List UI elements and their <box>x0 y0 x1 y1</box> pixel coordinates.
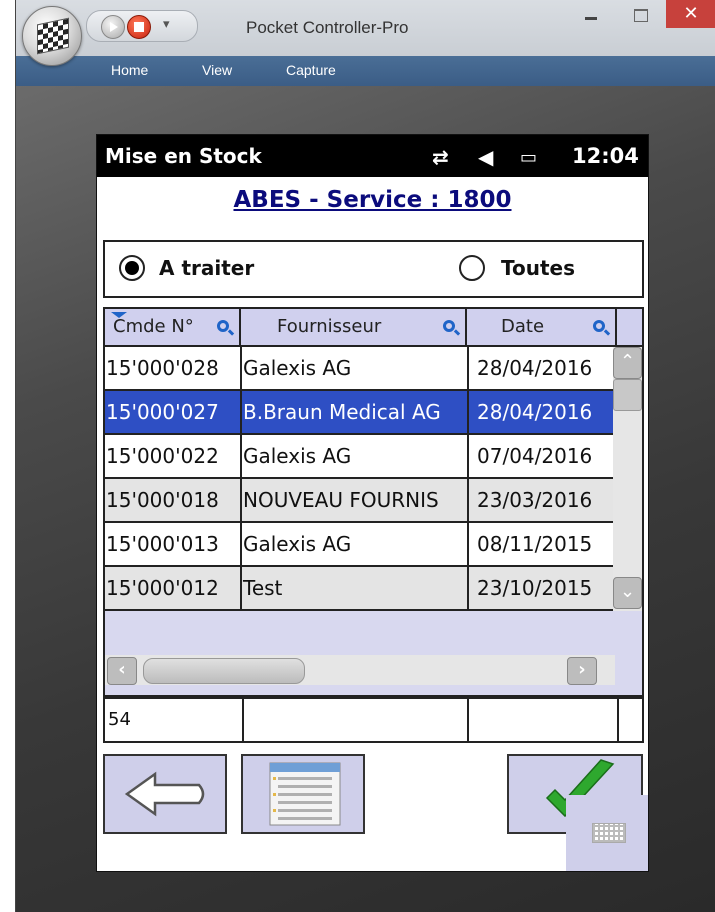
window-title: Pocket Controller-Pro <box>246 18 409 37</box>
status-time: 12:04 <box>572 144 639 168</box>
radio-toutes[interactable] <box>459 255 485 281</box>
page-title: ABES - Service : 1800 <box>233 187 512 213</box>
cell-fournisseur: Galexis AG <box>241 347 469 389</box>
cell-date: 28/04/2016 <box>477 356 593 380</box>
menu-home[interactable]: Home <box>111 62 148 78</box>
cell-fournisseur: NOUVEAU FOURNIS <box>241 479 469 521</box>
cell-fournisseur: B.Braun Medical AG <box>241 391 469 433</box>
radio-a-traiter-label[interactable]: A traiter <box>159 256 254 280</box>
horizontal-scrollbar[interactable]: ‹ › <box>105 655 615 685</box>
scroll-down-icon[interactable]: ⌄ <box>613 577 642 609</box>
header-cmde[interactable]: Cmde N° <box>105 309 241 347</box>
status-icons: ⇄ ◀ ▭ 12:04 <box>432 141 644 171</box>
play-icon[interactable] <box>101 15 125 39</box>
cell-fournisseur: Galexis AG <box>241 523 469 565</box>
cell-fournisseur: Galexis AG <box>241 435 469 477</box>
filter-radio-group: A traiter Toutes <box>103 240 644 298</box>
search-icon[interactable] <box>217 320 229 332</box>
header-fournisseur-label: Fournisseur <box>277 316 382 337</box>
scroll-left-icon[interactable]: ‹ <box>107 657 137 685</box>
table-row[interactable]: 15'000'022 Galexis AG 07/04/2016 <box>105 435 615 479</box>
search-icon[interactable] <box>593 320 605 332</box>
battery-icon: ▭ <box>520 147 538 168</box>
cell-fournisseur: Test <box>241 567 469 609</box>
search-icon[interactable] <box>443 320 455 332</box>
cell-date: 08/11/2015 <box>477 532 593 556</box>
radio-a-traiter[interactable] <box>119 255 145 281</box>
horizontal-scroll-thumb[interactable] <box>143 658 305 684</box>
cell-date: 23/03/2016 <box>477 488 593 512</box>
title-bar: ▾ Pocket Controller-Pro ✕ <box>16 0 715 66</box>
speaker-icon: ◀ <box>478 145 494 169</box>
cell-cmde: 15'000'022 <box>105 435 242 477</box>
footer-cell <box>243 699 469 741</box>
table-row-selected[interactable]: 15'000'027 B.Braun Medical AG 28/04/2016 <box>105 391 615 435</box>
vertical-scroll-thumb[interactable] <box>613 379 642 411</box>
header-spacer <box>617 309 642 347</box>
maximize-button[interactable] <box>621 0 661 30</box>
app-window: ▾ Pocket Controller-Pro ✕ Home View Capt… <box>15 0 715 912</box>
grid-footer-row: 54 <box>103 697 644 743</box>
cell-cmde: 15'000'012 <box>105 567 242 609</box>
header-cmde-label: Cmde N° <box>113 316 194 337</box>
cell-cmde: 15'000'028 <box>105 347 242 389</box>
cell-cmde: 15'000'018 <box>105 479 242 521</box>
app-screen: ABES - Service : 1800 A traiter Toutes C… <box>97 177 648 871</box>
header-date-label: Date <box>501 316 545 337</box>
list-icon <box>269 762 341 826</box>
header-fournisseur[interactable]: Fournisseur <box>241 309 467 347</box>
close-button[interactable]: ✕ <box>666 0 715 28</box>
table-row[interactable]: 15'000'012 Test 23/10/2015 <box>105 567 615 611</box>
menu-capture[interactable]: Capture <box>286 62 336 78</box>
cell-date: 07/04/2016 <box>477 444 593 468</box>
keyboard-icon <box>592 823 626 843</box>
orders-grid: Cmde N° Fournisseur Date 15'000'028 Gale… <box>103 307 644 697</box>
scroll-up-icon[interactable]: ⌃ <box>613 347 642 379</box>
cell-cmde: 15'000'013 <box>105 523 242 565</box>
cell-date: 28/04/2016 <box>477 400 593 424</box>
quick-access-toolbar: ▾ <box>86 10 198 42</box>
stop-icon[interactable] <box>127 15 151 39</box>
table-row[interactable]: 15'000'028 Galexis AG 28/04/2016 <box>105 347 615 391</box>
header-date[interactable]: Date <box>467 309 617 347</box>
cell-cmde: 15'000'027 <box>105 391 242 433</box>
scroll-right-icon[interactable]: › <box>567 657 597 685</box>
back-button[interactable] <box>103 754 227 834</box>
table-row[interactable]: 15'000'018 NOUVEAU FOURNIS 23/03/2016 <box>105 479 615 523</box>
toolbar-dropdown-icon[interactable]: ▾ <box>163 17 170 32</box>
sync-icon: ⇄ <box>432 145 449 169</box>
device-screen: Mise en Stock ⇄ ◀ ▭ 12:04 ABES - Service… <box>96 134 649 872</box>
minimize-button[interactable] <box>571 0 611 30</box>
menu-bar: Home View Capture <box>16 56 715 86</box>
status-title: Mise en Stock <box>105 144 262 168</box>
radio-toutes-label[interactable]: Toutes <box>501 256 575 280</box>
cell-date: 23/10/2015 <box>477 576 593 600</box>
record-count: 54 <box>105 699 244 741</box>
table-row[interactable]: 15'000'013 Galexis AG 08/11/2015 <box>105 523 615 567</box>
footer-cell <box>469 699 619 741</box>
status-bar: Mise en Stock ⇄ ◀ ▭ 12:04 <box>97 135 648 177</box>
back-arrow-icon <box>124 771 205 817</box>
vertical-scrollbar[interactable]: ⌃ ⌄ <box>613 347 642 611</box>
menu-view[interactable]: View <box>202 62 232 78</box>
app-logo-icon[interactable] <box>22 6 82 66</box>
list-button[interactable] <box>241 754 365 834</box>
keyboard-toggle[interactable] <box>566 795 648 871</box>
